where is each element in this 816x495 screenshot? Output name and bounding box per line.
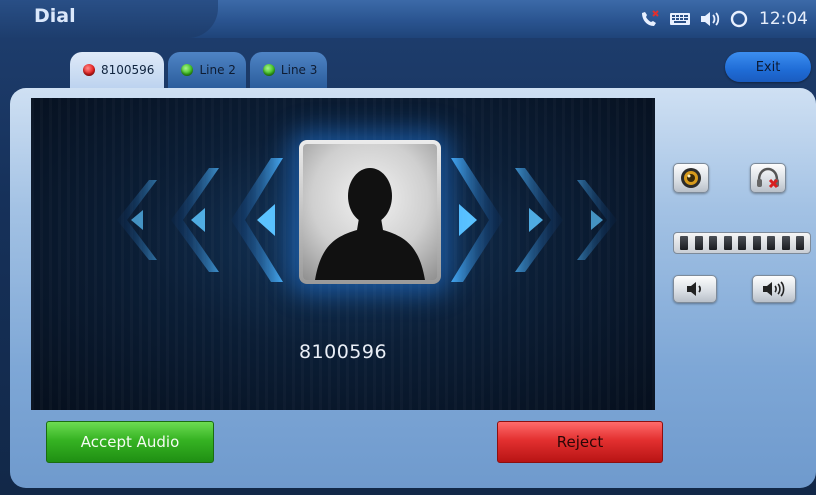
exit-button[interactable]: Exit — [725, 52, 811, 82]
keyboard-icon[interactable] — [669, 11, 691, 27]
left-arrows-icon — [117, 158, 283, 282]
tab-line-3[interactable]: Line 3 — [249, 52, 328, 88]
volume-up-icon — [763, 281, 785, 297]
tab-label: 8100596 — [101, 63, 155, 77]
camera-icon — [681, 168, 701, 188]
volume-down-button[interactable] — [673, 275, 717, 303]
contact-silhouette-icon — [315, 168, 425, 280]
dial-screen: Dial 12:04 8100596 Line 2 Line 3 Exit 81… — [0, 0, 816, 495]
top-status-bar: Dial 12:04 — [0, 0, 816, 38]
sync-icon[interactable] — [729, 9, 749, 29]
caller-avatar — [299, 140, 441, 284]
tab-label: Line 2 — [199, 63, 236, 77]
tab-line-2[interactable]: Line 2 — [168, 52, 246, 88]
headset-mute-button[interactable] — [750, 163, 786, 193]
line-status-green-icon — [262, 64, 275, 76]
tab-line-1[interactable]: 8100596 — [70, 52, 165, 88]
right-arrows-icon — [451, 158, 617, 282]
caller-number: 8100596 — [298, 341, 388, 363]
line-status-green-icon — [181, 64, 194, 76]
camera-button[interactable] — [673, 163, 709, 193]
page-title: Dial — [34, 5, 76, 27]
status-icons: 12:04 — [639, 8, 808, 30]
accept-audio-button[interactable]: Accept Audio — [46, 421, 214, 463]
line-tabs: 8100596 Line 2 Line 3 — [70, 52, 328, 88]
missed-call-icon[interactable] — [639, 9, 661, 29]
reject-button[interactable]: Reject — [497, 421, 663, 463]
title-tab: Dial — [0, 0, 218, 38]
line-status-red-icon — [83, 64, 95, 76]
volume-up-button[interactable] — [752, 275, 796, 303]
call-display: 8100596 — [31, 98, 655, 410]
clock: 12:04 — [759, 9, 808, 29]
volume-level-bar[interactable] — [673, 232, 811, 254]
speaker-icon[interactable] — [699, 10, 721, 28]
tab-label: Line 3 — [280, 63, 318, 77]
headset-muted-icon — [757, 167, 779, 189]
volume-down-icon — [687, 282, 702, 296]
